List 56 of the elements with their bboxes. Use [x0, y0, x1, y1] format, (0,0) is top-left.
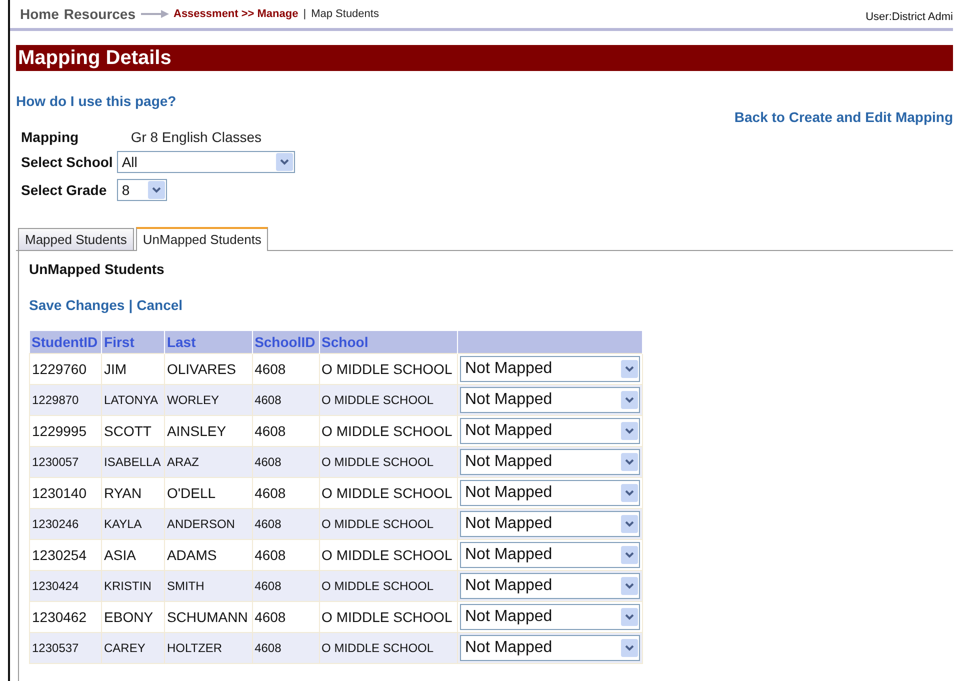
mapping-select[interactable]: Not Mapped — [460, 387, 640, 413]
table-cell: O MIDDLE SCHOOL — [319, 632, 458, 664]
caret-icon — [621, 608, 638, 626]
mapping-select[interactable]: Not Mapped — [460, 356, 640, 382]
caret-icon — [621, 546, 638, 564]
column-header: School — [319, 331, 458, 354]
caret-icon — [276, 153, 293, 171]
breadcrumb-separator: | — [303, 8, 306, 20]
mapping-select[interactable]: Not Mapped — [460, 418, 640, 444]
grade-select[interactable]: 8 — [116, 179, 167, 201]
caret-icon — [621, 515, 638, 533]
school-label: Select School — [21, 154, 113, 170]
table-cell: O MIDDLE SCHOOL — [319, 354, 458, 384]
mapping-select[interactable]: Not Mapped — [460, 635, 640, 661]
grade-label: Select Grade — [21, 182, 108, 198]
home-link[interactable]: Home — [20, 6, 59, 22]
column-header: First — [102, 331, 164, 354]
back-link[interactable]: Back to Create and Edit Mapping — [734, 109, 953, 125]
caret-icon — [621, 453, 638, 471]
help-link[interactable]: How do I use this page? — [16, 93, 176, 109]
tab[interactable]: Mapped Students — [18, 228, 134, 250]
save-link[interactable]: Save Changes — [29, 297, 125, 313]
column-header: StudentID — [30, 331, 102, 354]
mapping-select[interactable]: Not Mapped — [460, 511, 640, 537]
table-cell: 1230537 — [30, 632, 102, 664]
table-cell: HOLTZER — [164, 632, 252, 664]
breadcrumb-link[interactable]: Assessment >> Manage — [174, 8, 298, 20]
panel-title: UnMapped Students — [29, 261, 166, 277]
caret-icon — [621, 577, 638, 595]
table-cell: 4608 — [252, 632, 320, 664]
mapping-select[interactable]: Not Mapped — [460, 604, 640, 630]
link-separator: | — [128, 297, 133, 313]
resources-link[interactable]: Resources — [64, 6, 136, 22]
breadcrumb-current: Map Students — [311, 8, 379, 20]
cancel-link[interactable]: Cancel — [136, 297, 183, 313]
arrow-icon — [140, 10, 168, 18]
mapping-select[interactable]: Not Mapped — [460, 480, 640, 506]
caret-icon — [148, 181, 165, 199]
mapping-value: Gr 8 English Classes — [130, 129, 263, 145]
table-cell: CAREY — [102, 632, 164, 664]
caret-icon — [621, 422, 638, 440]
page-title: Mapping Details — [16, 45, 953, 71]
caret-icon — [621, 360, 638, 378]
mapping-select[interactable]: Not Mapped — [460, 542, 640, 568]
user-label: User:District Admi — [866, 10, 953, 23]
mapping-select[interactable]: Not Mapped — [460, 449, 640, 475]
table-cell: 1229760 — [30, 354, 102, 384]
column-header: Last — [164, 331, 252, 354]
column-header: SchoolID — [252, 331, 320, 354]
school-select[interactable]: All — [116, 151, 295, 173]
caret-icon — [621, 391, 638, 409]
tab[interactable]: UnMapped Students — [136, 227, 268, 251]
mapping-label: Mapping — [21, 129, 80, 145]
caret-icon — [621, 639, 638, 657]
caret-icon — [621, 484, 638, 502]
mapping-select[interactable]: Not Mapped — [460, 573, 640, 599]
